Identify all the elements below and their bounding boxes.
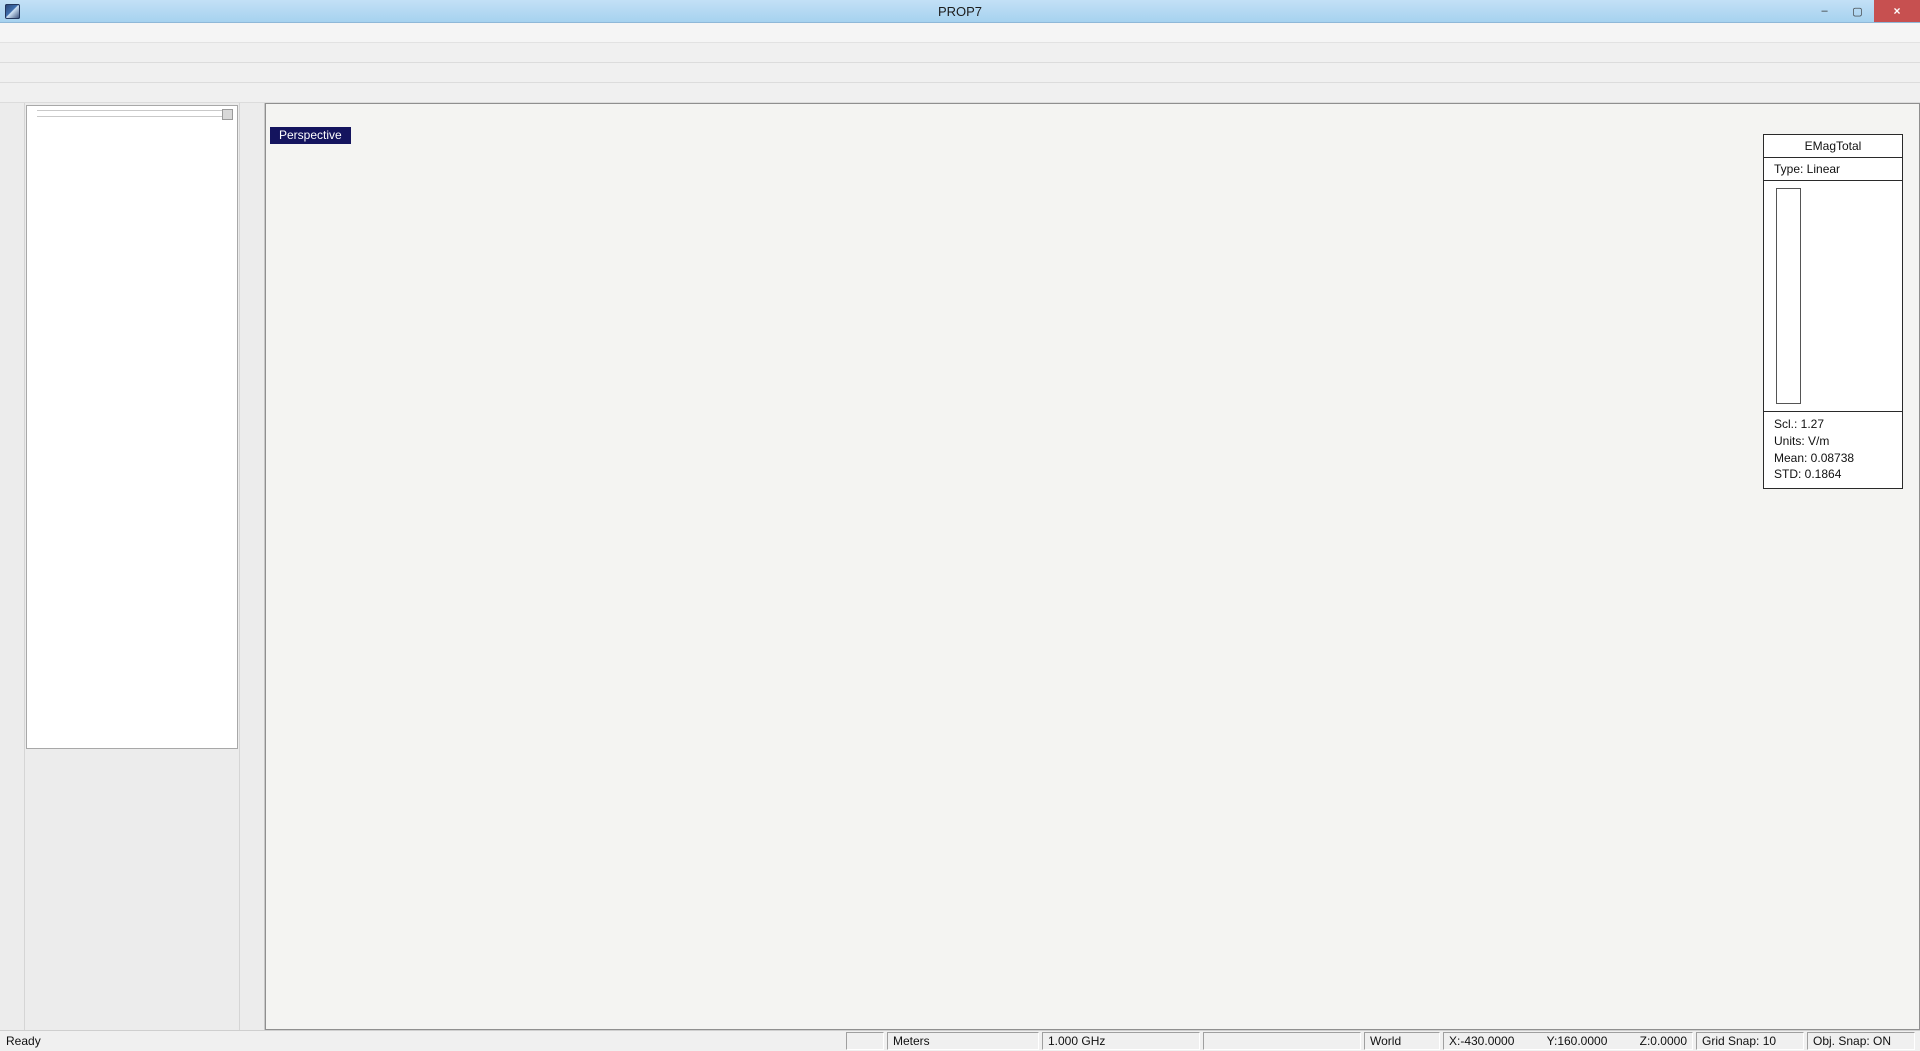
status-empty-1 — [846, 1032, 884, 1050]
status-coordinates: X:-430.0000 Y:160.0000 Z:0.0000 — [1443, 1032, 1693, 1050]
status-obj-snap[interactable]: Obj. Snap: ON — [1807, 1032, 1915, 1050]
legend-units: Units: V/m — [1774, 433, 1902, 450]
legend-title: EMagTotal — [1764, 135, 1902, 158]
toolbar-draw — [0, 63, 1920, 83]
viewport[interactable]: Perspective EMagTotal Type: Linear Scl.:… — [265, 103, 1920, 1030]
module-bar — [0, 103, 25, 1030]
status-ready: Ready — [6, 1034, 41, 1048]
status-x: X:-430.0000 — [1449, 1034, 1514, 1048]
status-empty-2 — [1203, 1032, 1361, 1050]
status-grid-snap[interactable]: Grid Snap: 10 — [1696, 1032, 1804, 1050]
status-coordinate-system[interactable]: World — [1364, 1032, 1440, 1050]
legend-colorbar — [1776, 188, 1801, 404]
project-tree — [27, 120, 237, 122]
title-bar[interactable]: PROP7 – ▢ × — [0, 0, 1920, 23]
legend-mean: Mean: 0.08738 — [1774, 450, 1902, 467]
viewport-3d-scene[interactable] — [266, 104, 1920, 1029]
status-bar: Ready Meters 1.000 GHz World X:-430.0000… — [0, 1030, 1920, 1051]
panel-options-button[interactable] — [222, 109, 233, 120]
toolbar-standard — [0, 43, 1920, 63]
status-units[interactable]: Meters — [887, 1032, 1039, 1050]
status-z: Z:0.0000 — [1640, 1034, 1687, 1048]
utility-bar — [239, 103, 265, 1030]
legend-std: STD: 0.1864 — [1774, 466, 1902, 483]
legend-scale: Scl.: 1.27 — [1774, 416, 1902, 433]
legend-stats: Scl.: 1.27 Units: V/m Mean: 0.08738 STD:… — [1764, 411, 1902, 488]
view-mode-label: Perspective — [270, 127, 351, 144]
colormap-legend: EMagTotal Type: Linear Scl.: 1.27 Units:… — [1763, 134, 1903, 489]
panel-gripper[interactable] — [37, 110, 227, 117]
toolbar-modify — [0, 83, 1920, 103]
status-frequency[interactable]: 1.000 GHz — [1042, 1032, 1200, 1050]
project-tree-panel — [26, 105, 238, 749]
legend-type: Type: Linear — [1764, 158, 1902, 181]
window-title: PROP7 — [0, 4, 1920, 19]
menu-bar — [0, 23, 1920, 43]
status-y: Y:160.0000 — [1547, 1034, 1608, 1048]
